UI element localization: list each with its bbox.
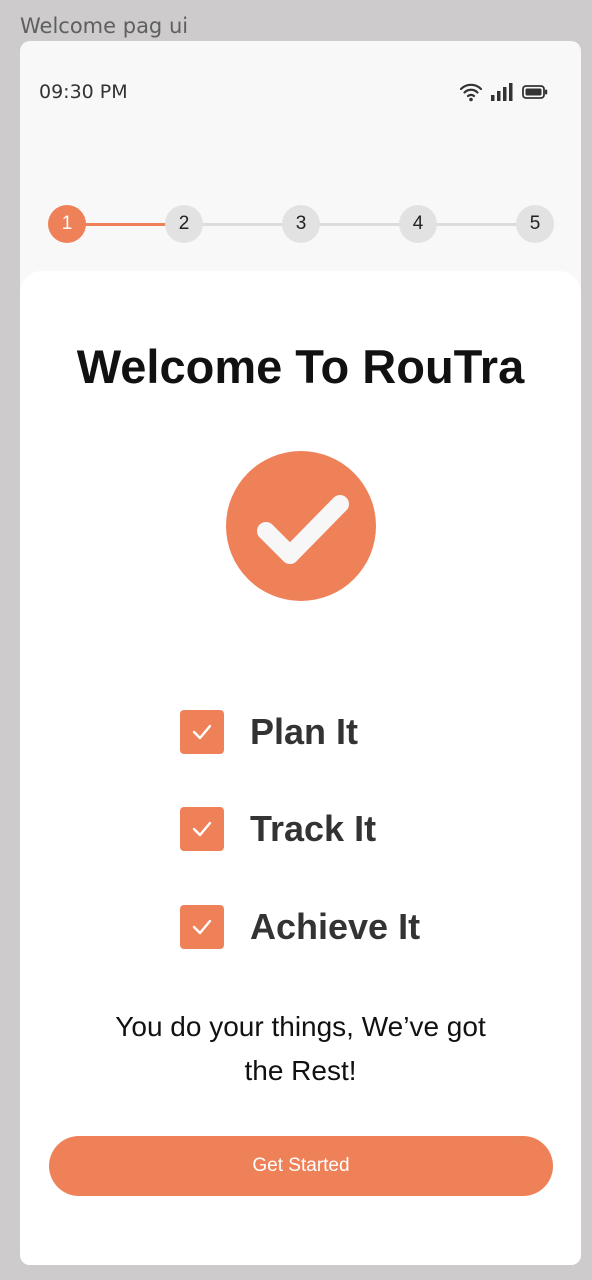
feature-label: Achieve It	[250, 906, 421, 947]
status-icons	[460, 82, 548, 102]
step-1[interactable]: 1	[48, 205, 86, 243]
step-4[interactable]: 4	[399, 205, 437, 243]
phone-screen: 09:30 PM 1 2 3 4 5 Welcome To RouTra Pla…	[20, 41, 581, 1265]
tagline-line-1: You do your things, We’ve got	[115, 1011, 486, 1042]
step-2[interactable]: 2	[165, 205, 203, 243]
status-time: 09:30 PM	[39, 81, 128, 103]
feature-label: Plan It	[250, 711, 359, 752]
tagline-line-2: the Rest!	[244, 1055, 357, 1086]
tagline: You do your things, We’ve got the Rest!	[80, 1005, 521, 1093]
progress-stepper: 1 2 3 4 5	[48, 205, 554, 243]
page-title: Welcome To RouTra	[76, 340, 525, 393]
checkbox-checked-icon	[180, 710, 224, 754]
check-circle-icon	[226, 451, 376, 601]
checkbox-checked-icon	[180, 807, 224, 851]
step-connector	[184, 223, 535, 226]
feature-item-track: Track It	[180, 806, 376, 852]
checkbox-checked-icon	[180, 905, 224, 949]
welcome-card: Welcome To RouTra Plan It Track It Achie…	[20, 271, 581, 1265]
step-5[interactable]: 5	[516, 205, 554, 243]
signal-icon	[491, 83, 513, 101]
get-started-button[interactable]: Get Started	[49, 1136, 553, 1196]
frame-label: Welcome pag ui	[20, 14, 189, 38]
feature-label: Track It	[250, 808, 377, 849]
feature-item-plan: Plan It	[180, 709, 358, 755]
status-bar: 09:30 PM	[20, 41, 581, 141]
feature-item-achieve: Achieve It	[180, 904, 420, 950]
wifi-icon	[460, 83, 482, 102]
step-3[interactable]: 3	[282, 205, 320, 243]
battery-icon	[522, 85, 548, 99]
